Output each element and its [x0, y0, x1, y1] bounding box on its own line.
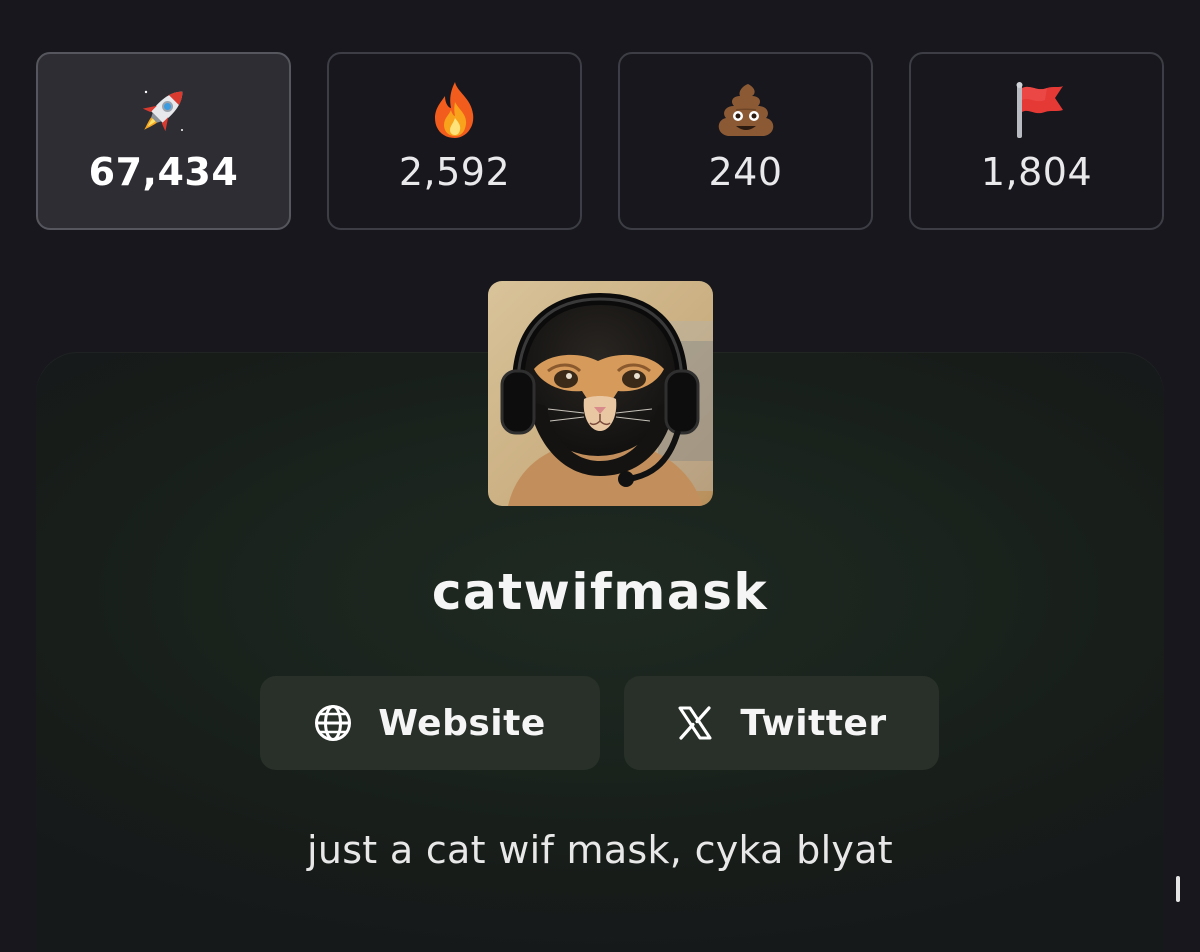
twitter-label: Twitter	[740, 702, 887, 744]
red-flag-icon	[1007, 80, 1067, 140]
reaction-count: 1,804	[980, 150, 1093, 194]
reaction-count: 2,592	[398, 150, 511, 194]
link-buttons: Website Twitter	[0, 676, 1200, 772]
reaction-count: 67,434	[88, 150, 239, 194]
token-description: just a cat wif mask, cyka blyat	[306, 828, 894, 872]
reaction-red-flag-button[interactable]: 1,804	[909, 52, 1164, 230]
rocket-icon	[134, 80, 194, 140]
reaction-fire-button[interactable]: 2,592	[327, 52, 582, 230]
reaction-bar: 67,434 2,592 240 1,804	[36, 52, 1164, 230]
website-label: Website	[378, 702, 546, 744]
reaction-poop-button[interactable]: 240	[618, 52, 873, 230]
token-avatar-image	[488, 281, 713, 506]
poop-icon	[716, 80, 776, 140]
fire-icon	[425, 80, 485, 140]
scrollbar-thumb[interactable]	[1176, 876, 1180, 902]
website-button[interactable]: Website	[260, 676, 600, 770]
reaction-count: 240	[708, 150, 783, 194]
twitter-button[interactable]: Twitter	[624, 676, 939, 770]
globe-icon	[314, 704, 352, 742]
reaction-rocket-button[interactable]: 67,434	[36, 52, 291, 230]
token-name: catwifmask	[431, 563, 769, 621]
x-logo-icon	[676, 704, 714, 742]
